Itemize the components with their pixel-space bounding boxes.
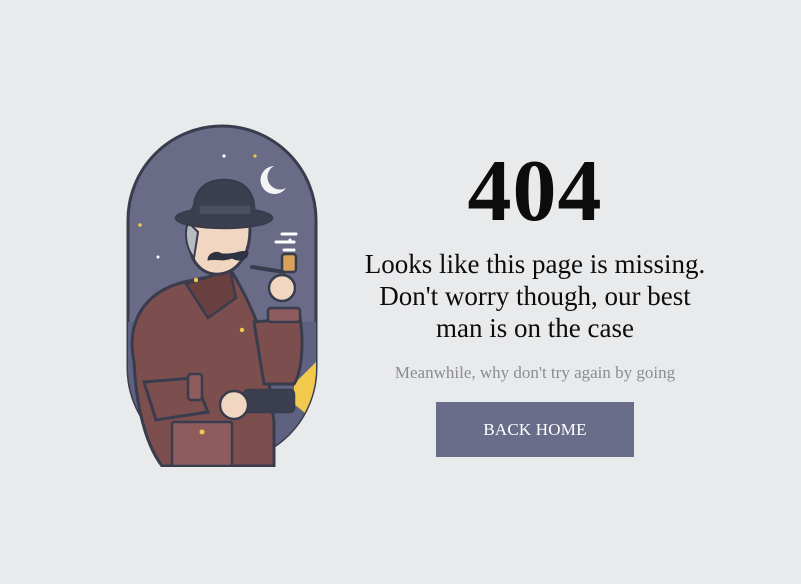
error-message-line-1: Looks like this page is missing.: [364, 249, 706, 279]
detective-illustration: [104, 122, 324, 468]
error-panel: 404 Looks like this page is missing. Don…: [340, 140, 730, 457]
error-code: 404: [467, 143, 603, 240]
back-home-button[interactable]: BACK HOME: [436, 402, 634, 457]
hint-text: Meanwhile, why don't try again by going: [394, 363, 676, 382]
detective-icon: [126, 124, 318, 468]
error-message: Looks like this page is missing. Don't w…: [340, 248, 730, 344]
error-message-line-3: man is on the case: [436, 313, 634, 343]
error-message-line-2: Don't worry though, our best: [379, 281, 691, 311]
